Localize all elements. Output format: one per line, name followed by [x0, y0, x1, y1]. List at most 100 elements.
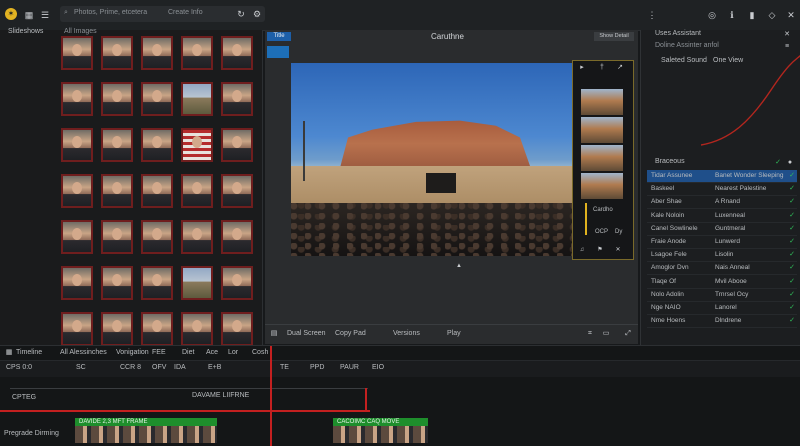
copy-pad-button[interactable]: Copy Pad [335, 330, 366, 337]
tool-item[interactable]: FEE [152, 349, 166, 356]
tag-icon[interactable]: ⚑ [595, 243, 605, 255]
close-panel-icon[interactable]: ✕ [781, 28, 793, 40]
check-icon[interactable]: ✓ [789, 250, 795, 258]
tool-item[interactable]: Diet [182, 349, 194, 356]
toggle-icon[interactable]: ● [785, 156, 795, 166]
check-icon[interactable]: ✓ [789, 316, 795, 324]
metadata-row[interactable]: Canel Sowlinele Guntmeral ✓ [647, 223, 797, 236]
tool-item[interactable]: Cosh [252, 349, 268, 356]
playhead[interactable] [270, 346, 272, 446]
photo-thumbnail[interactable] [101, 174, 133, 208]
nav-icon[interactable]: ↗ [615, 61, 625, 73]
refresh-icon[interactable]: ↻ [234, 7, 248, 21]
check-icon[interactable]: ✓ [789, 277, 795, 285]
dual-screen-button[interactable]: Dual Screen [287, 330, 326, 337]
photo-thumbnail[interactable] [221, 220, 253, 254]
check-icon[interactable]: ✓ [789, 290, 795, 298]
photo-thumbnail[interactable] [181, 174, 213, 208]
crop-icon[interactable]: ⌗ [585, 327, 595, 339]
photo-thumbnail[interactable] [101, 82, 133, 116]
dots-icon[interactable]: ⋮ [645, 8, 659, 22]
photo-thumbnail[interactable] [61, 174, 93, 208]
photo-thumbnail[interactable] [221, 312, 253, 346]
check-icon[interactable]: ✓ [789, 303, 795, 311]
tool-item[interactable]: All Alessinches [60, 349, 107, 356]
photo-thumbnail[interactable] [101, 312, 133, 346]
photo-thumbnail[interactable] [101, 36, 133, 70]
check-icon[interactable]: ✓ [773, 156, 783, 166]
info-icon[interactable]: ℹ [725, 8, 739, 22]
title-badge[interactable]: Title [267, 32, 291, 41]
photo-thumbnail[interactable] [221, 128, 253, 162]
grid-view-icon[interactable]: ▤ [269, 327, 279, 339]
app-logo-icon[interactable]: ✶ [5, 8, 17, 20]
photo-thumbnail[interactable] [141, 220, 173, 254]
play-icon[interactable]: ▸ [577, 61, 587, 73]
check-icon[interactable]: ✓ [789, 237, 795, 245]
timeline-label[interactable]: Timeline [16, 349, 42, 356]
expand-icon[interactable]: ⤢ [623, 327, 633, 339]
tool-item[interactable]: Lor [228, 349, 238, 356]
photo-thumbnail[interactable] [61, 82, 93, 116]
pin-icon[interactable]: † [597, 61, 607, 73]
film-thumb[interactable] [581, 145, 623, 171]
check-icon[interactable]: ✓ [789, 197, 795, 205]
metadata-row[interactable]: Tidar Assunee Banet Wonder Sleeping ✓ [647, 170, 797, 183]
photo-thumbnail[interactable] [181, 128, 213, 162]
audio-icon[interactable]: ♫ [577, 243, 587, 255]
photo-thumbnail[interactable] [221, 174, 253, 208]
photo-thumbnail[interactable] [221, 82, 253, 116]
metadata-row[interactable]: Lsagoe Fele Lisolin ✓ [647, 249, 797, 263]
preview-thumbnail[interactable] [267, 46, 289, 58]
photo-thumbnail[interactable] [61, 128, 93, 162]
photo-thumbnail[interactable] [181, 36, 213, 70]
versions-button[interactable]: Versions [393, 330, 420, 337]
photo-thumbnail[interactable] [61, 36, 93, 70]
folder-icon[interactable]: ▭ [601, 327, 611, 339]
photo-thumbnail[interactable] [221, 266, 253, 300]
photo-thumbnail[interactable] [61, 312, 93, 346]
video-clip[interactable]: CACOIMC CAQ MOVE [333, 418, 428, 443]
globe-icon[interactable]: ◎ [705, 8, 719, 22]
metadata-row[interactable]: Tlaqe Of Mvil Abooe ✓ [647, 276, 797, 289]
photo-thumbnail[interactable] [181, 82, 213, 116]
grid-icon[interactable]: ▦ [22, 8, 36, 22]
photo-thumbnail[interactable] [141, 174, 173, 208]
film-thumb[interactable] [581, 89, 623, 115]
show-detail-button[interactable]: Show Detail [594, 32, 634, 41]
photo-thumbnail[interactable] [181, 312, 213, 346]
photo-thumbnail[interactable] [101, 266, 133, 300]
metadata-row[interactable]: Fraie Anode Lunwerd ✓ [647, 236, 797, 249]
timeline-ruler[interactable]: CPS 0:0 SC CCR 8 OFV IDA E+B TE PPD PAUR EIO [0, 361, 800, 377]
close-icon[interactable]: ✕ [784, 8, 798, 22]
photo-thumbnail[interactable] [141, 266, 173, 300]
photo-thumbnail[interactable] [101, 128, 133, 162]
main-photo[interactable] [291, 63, 573, 256]
photo-thumbnail[interactable] [141, 82, 173, 116]
settings-icon[interactable]: ⚙ [250, 7, 264, 21]
metadata-row[interactable]: Kale Noloin Luxenneal ✓ [647, 210, 797, 223]
diamond-icon[interactable]: ◇ [765, 8, 779, 22]
photo-thumbnail[interactable] [181, 220, 213, 254]
check-icon[interactable]: ✓ [789, 171, 795, 179]
photo-thumbnail[interactable] [141, 36, 173, 70]
check-icon[interactable]: ✓ [789, 263, 795, 271]
film-thumb[interactable] [581, 173, 623, 199]
metadata-row[interactable]: Nme Hoens Dlndrene ✓ [647, 315, 797, 329]
check-icon[interactable]: ✓ [789, 224, 795, 232]
tool-item[interactable]: Ace [206, 349, 218, 356]
metadata-row[interactable]: Nge NAIO Lanorel ✓ [647, 302, 797, 315]
tool-item[interactable]: Vonigation [116, 349, 149, 356]
check-icon[interactable]: ✓ [789, 211, 795, 219]
photo-thumbnail[interactable] [101, 220, 133, 254]
video-clip[interactable]: DAVIDE 2,3 MFT FRAME [75, 418, 217, 443]
film-thumb[interactable] [581, 117, 623, 143]
metadata-row[interactable]: Nolo Adolin Trnrsel Ocy ✓ [647, 289, 797, 302]
play-button[interactable]: Play [447, 330, 461, 337]
photo-thumbnail[interactable] [61, 266, 93, 300]
trash-icon[interactable]: ✕ [613, 243, 623, 255]
photo-thumbnail[interactable] [141, 128, 173, 162]
check-icon[interactable]: ✓ [789, 184, 795, 192]
metadata-row[interactable]: Amoglor Dvn Nais Anneal ✓ [647, 262, 797, 276]
metadata-row[interactable]: Aber Shae A Rnand ✓ [647, 196, 797, 210]
